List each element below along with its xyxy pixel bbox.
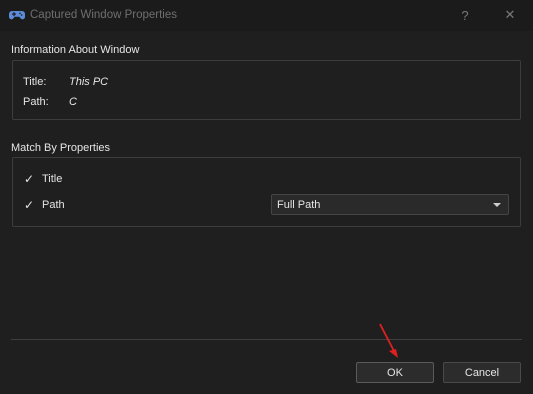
title-bar: Captured Window Properties ? ✕ bbox=[0, 0, 533, 31]
path-checkbox[interactable]: ✓ Path bbox=[24, 198, 65, 212]
title-checkbox[interactable]: ✓ Title bbox=[24, 172, 62, 186]
path-mode-select[interactable]: Full Path bbox=[271, 194, 509, 215]
info-title-value: This PC bbox=[69, 76, 109, 88]
gamepad-icon bbox=[9, 11, 25, 20]
annotation-arrow-icon bbox=[379, 323, 398, 358]
captured-window-properties-dialog: Captured Window Properties ? ✕ Informati… bbox=[0, 0, 533, 394]
info-groupbox: Title: This PC Path: C bbox=[12, 60, 521, 120]
help-button[interactable]: ? bbox=[454, 4, 476, 26]
cancel-button[interactable]: Cancel bbox=[443, 362, 521, 383]
match-groupbox: ✓ Title ✓ Path Full Path bbox=[12, 157, 521, 227]
close-button[interactable]: ✕ bbox=[499, 4, 521, 26]
info-row-title: Title: This PC bbox=[23, 76, 108, 88]
path-checkbox-label: Path bbox=[42, 199, 65, 211]
info-title-key: Title: bbox=[23, 76, 47, 88]
ok-button[interactable]: OK bbox=[356, 362, 434, 383]
chevron-down-icon bbox=[493, 203, 501, 207]
path-mode-value: Full Path bbox=[277, 199, 321, 211]
footer-divider bbox=[11, 339, 522, 340]
checkmark-icon: ✓ bbox=[24, 198, 35, 212]
match-section-heading: Match By Properties bbox=[11, 142, 111, 154]
window-title: Captured Window Properties bbox=[30, 9, 178, 21]
info-path-key: Path: bbox=[23, 96, 49, 108]
info-path-value: C bbox=[69, 96, 77, 108]
info-row-path: Path: C bbox=[23, 96, 77, 108]
checkmark-icon: ✓ bbox=[24, 172, 35, 186]
title-checkbox-label: Title bbox=[42, 173, 63, 185]
info-section-heading: Information About Window bbox=[11, 44, 140, 56]
